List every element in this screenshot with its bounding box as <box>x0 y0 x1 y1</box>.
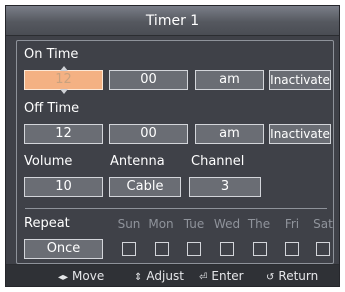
channel-field[interactable]: 3 <box>189 177 261 197</box>
off-time-label: Off Time <box>24 101 80 116</box>
on-time-activate-field[interactable]: Inactivate <box>269 70 331 90</box>
hint-adjust: ⇕ Adjust <box>134 269 184 283</box>
on-time-label: On Time <box>24 47 79 62</box>
checkbox-thu[interactable] <box>253 242 267 256</box>
checkbox-fri[interactable] <box>285 242 299 256</box>
checkbox-sun[interactable] <box>122 242 136 256</box>
divider <box>25 208 327 209</box>
day-label-wed: Wed <box>213 217 241 231</box>
day-label-fri: Fri <box>284 217 300 231</box>
hint-move-label: Move <box>72 269 105 283</box>
on-time-hour-field[interactable]: 12 <box>24 66 103 94</box>
arrow-down-icon <box>59 89 68 94</box>
repeat-field[interactable]: Once <box>24 239 103 259</box>
repeat-label: Repeat <box>24 216 70 231</box>
checkbox-sat[interactable] <box>316 242 330 256</box>
hint-enter: ⏎ Enter <box>199 269 244 283</box>
on-time-hour-value: 12 <box>55 72 72 87</box>
day-label-sat: Sat <box>313 217 333 231</box>
return-icon: ↺ <box>266 272 275 283</box>
timer-dialog: Timer 1 On Time 12 00 am Inactivate Off … <box>5 5 340 287</box>
day-label-sun: Sun <box>117 217 141 231</box>
off-time-ampm-field[interactable]: am <box>195 124 264 144</box>
on-time-minute-field[interactable]: 00 <box>109 70 188 90</box>
day-label-thu: The <box>247 217 271 231</box>
left-right-arrows-icon: ◂▸ <box>58 272 69 283</box>
on-time-ampm-field[interactable]: am <box>195 70 264 90</box>
checkbox-mon[interactable] <box>155 242 169 256</box>
off-time-hour-field[interactable]: 12 <box>24 124 103 144</box>
checkbox-wed[interactable] <box>220 242 234 256</box>
volume-field[interactable]: 10 <box>24 177 103 197</box>
help-bar: ◂▸ Move ⇕ Adjust ⏎ Enter ↺ Return <box>6 264 339 286</box>
dialog-title: Timer 1 <box>6 6 339 36</box>
enter-icon: ⏎ <box>199 272 208 283</box>
hint-adjust-label: Adjust <box>146 269 184 283</box>
day-label-tue: Tue <box>183 217 205 231</box>
volume-label: Volume <box>24 154 73 169</box>
antenna-label: Antenna <box>110 154 165 169</box>
hint-move: ◂▸ Move <box>58 269 104 283</box>
channel-label: Channel <box>191 154 245 169</box>
hint-return-label: Return <box>278 269 319 283</box>
off-time-activate-field[interactable]: Inactivate <box>269 124 331 144</box>
off-time-minute-field[interactable]: 00 <box>109 124 188 144</box>
arrow-up-icon <box>59 66 68 71</box>
checkbox-tue[interactable] <box>187 242 201 256</box>
hint-return: ↺ Return <box>266 269 318 283</box>
timer-settings-panel: On Time 12 00 am Inactivate Off Time 12 … <box>16 40 334 264</box>
antenna-field[interactable]: Cable <box>109 177 181 197</box>
hint-enter-label: Enter <box>211 269 244 283</box>
up-down-arrows-icon: ⇕ <box>134 272 143 283</box>
day-label-mon: Mon <box>148 217 174 231</box>
